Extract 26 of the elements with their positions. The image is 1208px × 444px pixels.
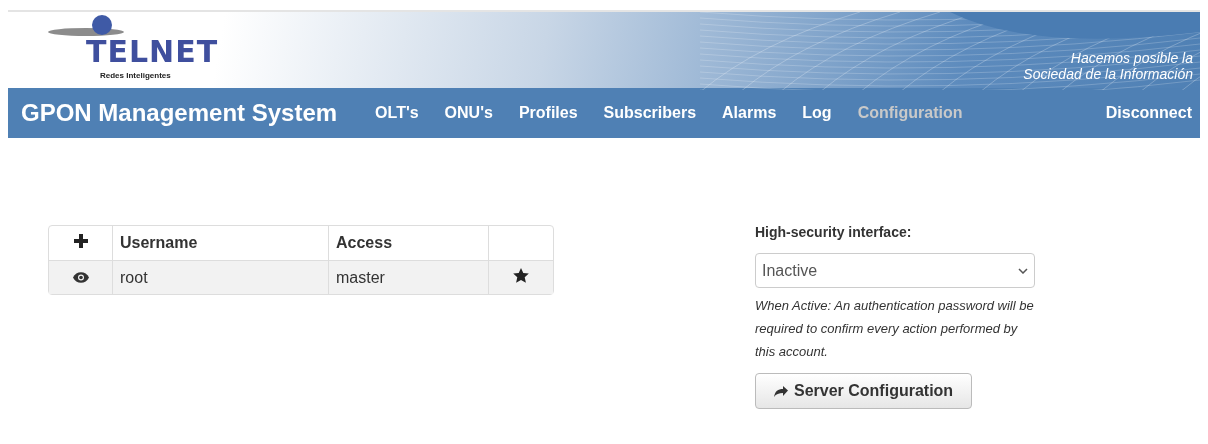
table-cell: master <box>329 260 489 294</box>
help-text: When Active: An authentication password will be required to confirm every action performed by this account. <box>755 297 1035 361</box>
column-header: Username <box>113 226 329 260</box>
logo-text: TELNET <box>86 37 219 67</box>
field-label: High-security interface: <box>755 223 913 242</box>
eye-icon[interactable] <box>72 271 89 283</box>
slogan-text: Hacemos posible la <box>1069 50 1193 66</box>
nav-link[interactable]: OLT's <box>362 101 432 125</box>
nav-link[interactable]: Configuration <box>844 101 976 125</box>
logo-icon <box>46 14 126 38</box>
app-title: GPON Management System <box>21 98 338 128</box>
nav-link[interactable]: Subscribers <box>590 101 710 125</box>
disconnect-link[interactable]: Disconnect <box>1105 101 1192 125</box>
nav-link[interactable]: Log <box>789 101 845 125</box>
table-cell: root <box>113 260 329 294</box>
share-arrow-icon <box>774 385 788 397</box>
add-icon[interactable] <box>73 234 88 248</box>
select-field[interactable]: Inactive <box>755 253 1035 288</box>
slogan-text: Sociedad de la Información <box>1023 66 1193 82</box>
logo-subtitle: Redes Inteligentes <box>100 70 171 82</box>
chevron-down-icon <box>1018 267 1028 274</box>
nav-link[interactable]: ONU's <box>431 101 506 125</box>
server-configuration-button[interactable]: Server Configuration <box>755 373 973 409</box>
column-header: Access <box>329 226 489 260</box>
nav-link[interactable]: Profiles <box>505 101 591 125</box>
nav-link[interactable]: Alarms <box>709 101 790 125</box>
